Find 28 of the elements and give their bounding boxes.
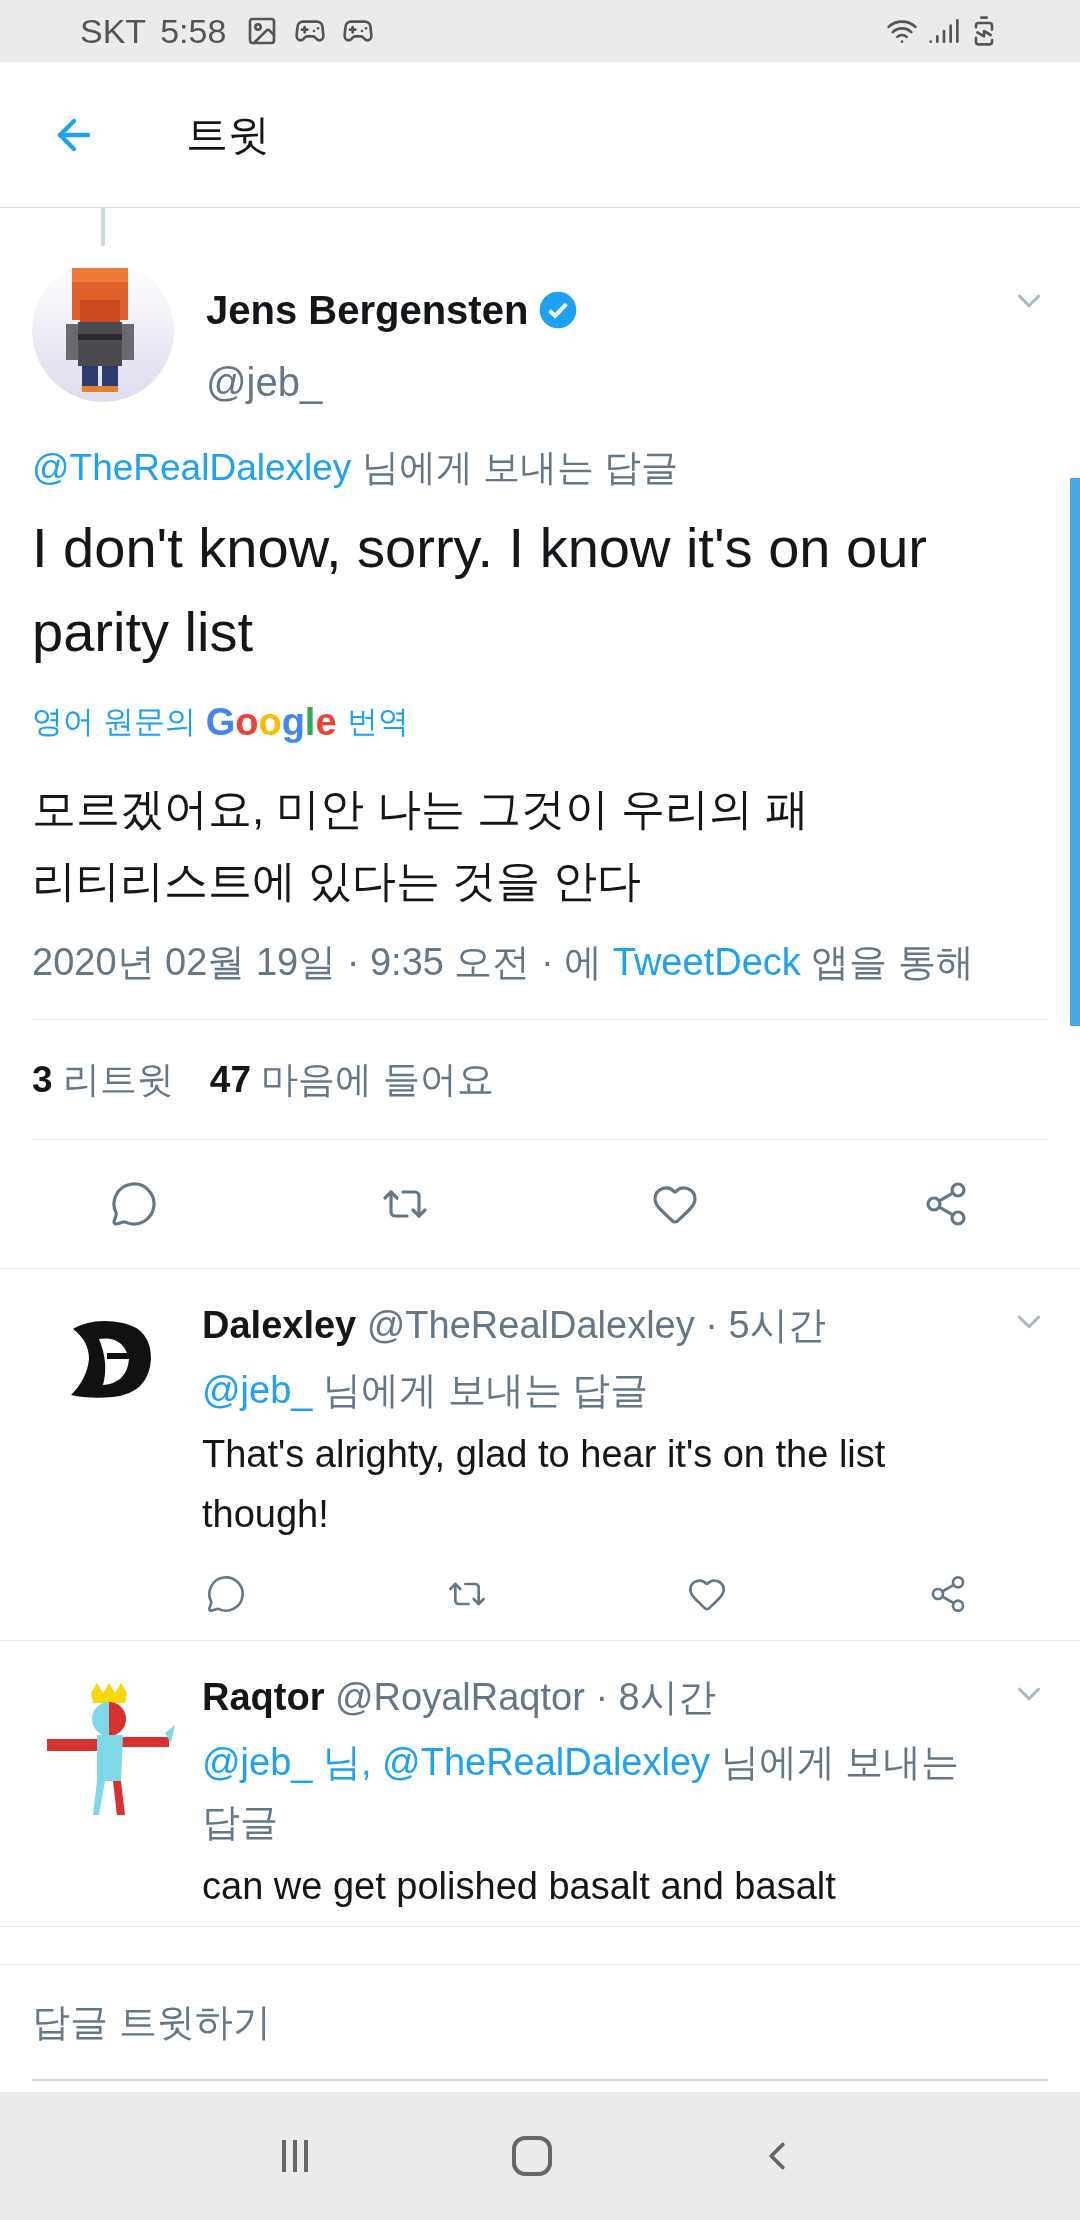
clock: 5:58	[160, 10, 227, 52]
mention-link[interactable]: @jeb_ 님, @TheRealDalexley	[202, 1741, 711, 1783]
reply-icon[interactable]	[206, 1574, 246, 1614]
reply-to-line: @TheRealDalexley 님에게 보내는 답글	[32, 446, 680, 490]
reply-icon[interactable]	[110, 1180, 158, 1228]
reply-input[interactable]: 답글 트윗하기	[32, 1965, 1048, 2081]
mention-link[interactable]: @TheRealDalexley	[32, 447, 352, 488]
app-link[interactable]: TweetDeck	[612, 940, 801, 983]
reply-header: Raqtor @RoyalRaqtor · 8시간	[202, 1675, 717, 1720]
recent-apps-icon[interactable]	[280, 2138, 311, 2174]
reply-text: can we get polished basalt and basalt	[202, 1864, 837, 1909]
translated-text: 모르겠어요, 미안 나는 그것이 우리의 패리티리스트에 있다는 것을 안다	[32, 782, 811, 907]
reply-header: Dalexley @TheRealDalexley · 5시간	[202, 1303, 827, 1348]
scrollbar[interactable]	[1070, 478, 1080, 1026]
mention-link[interactable]: @jeb_	[202, 1369, 313, 1411]
page-title: 트윗	[186, 110, 270, 160]
reply-text: That's alrighty, glad to hear it's on the list though!	[202, 1432, 887, 1537]
stat-label[interactable]: 3 리트윗	[32, 1051, 174, 1107]
reply-to-line: @jeb_ 님에게 보내는 답글	[202, 1368, 650, 1413]
tweet-text: I don't know, sorry. I know it's on our parity list	[32, 514, 928, 665]
translation-label[interactable]: 영어 원문의 Google 번역	[32, 693, 1048, 751]
user-handle: @jeb_	[206, 359, 324, 406]
stat-label[interactable]: 47 마음에 들어요	[209, 1051, 494, 1107]
reply-to-line: @jeb_ 님, @TheRealDalexley 님에게 보내는 답글	[202, 1740, 961, 1845]
home-icon[interactable]	[511, 2135, 553, 2177]
tweet-timestamp: 2020년 02월 19일 · 9:35 오전 · 에 TweetDeck 앱을 통해	[32, 939, 975, 985]
carrier-label: SKT	[80, 10, 147, 52]
display-name[interactable]: Jens Bergensten	[206, 280, 529, 340]
